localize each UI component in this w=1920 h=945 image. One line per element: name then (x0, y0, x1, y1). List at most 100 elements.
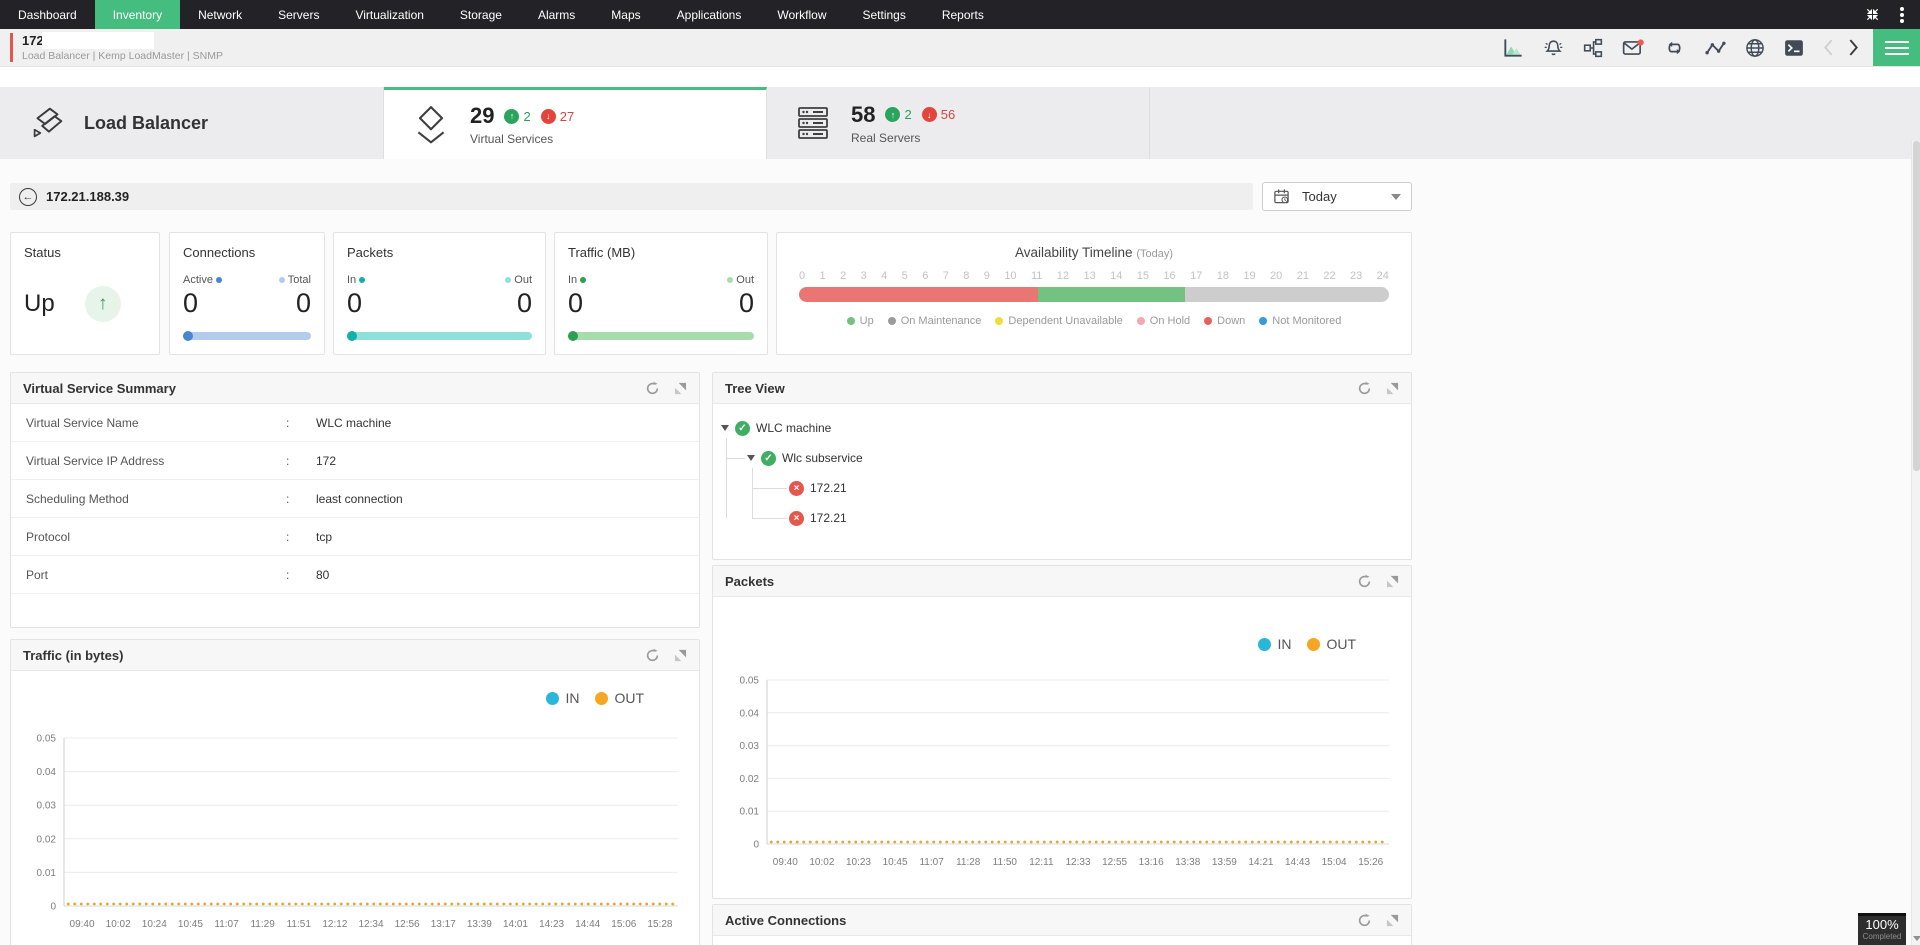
collapse-icon[interactable] (1865, 7, 1880, 22)
hour-tick: 7 (943, 270, 949, 282)
chevron-down-icon (1391, 194, 1401, 200)
nav-item-reports[interactable]: Reports (924, 0, 1002, 29)
expand-icon[interactable] (674, 649, 687, 662)
panel-header: Traffic (in bytes) (11, 640, 699, 671)
nav-item-maps[interactable]: Maps (593, 0, 658, 29)
tree-node[interactable]: ✓ WLC machine (721, 418, 831, 438)
sync-loop-icon[interactable] (1663, 40, 1686, 56)
mail-icon[interactable] (1622, 39, 1644, 57)
hour-tick: 18 (1217, 270, 1229, 282)
svg-text:0.03: 0.03 (740, 741, 760, 752)
panel-title: Tree View (725, 381, 785, 396)
tab-real-servers[interactable]: 58 ↑2 ↓56 Real Servers (767, 87, 1150, 159)
period-value: Today (1302, 189, 1337, 204)
hamburger-menu-button[interactable] (1873, 29, 1920, 66)
chevron-right-icon[interactable] (1848, 39, 1859, 56)
metric-dot (216, 277, 222, 283)
panel-title: Virtual Service Summary (23, 381, 176, 396)
hour-tick: 15 (1137, 270, 1149, 282)
legend-dot (888, 317, 896, 325)
chevron-left-icon[interactable] (1823, 39, 1834, 56)
tree-body: ✓ WLC machine ✓ Wlc subservice × 172.21 … (713, 404, 1411, 560)
virtual-services-count: 29 (470, 103, 494, 129)
availability-legend: UpOn MaintenanceDependent UnavailableOn … (777, 315, 1411, 327)
tree-caret-icon[interactable] (721, 425, 729, 431)
node-status-icon: ✓ (735, 421, 750, 436)
legend-dot (1258, 638, 1271, 651)
legend-item-out[interactable]: OUT (1307, 636, 1356, 652)
svg-text:10:02: 10:02 (106, 919, 131, 930)
nav-item-network[interactable]: Network (180, 0, 260, 29)
tree-node[interactable]: × 172.21 (789, 478, 847, 498)
refresh-icon[interactable] (1357, 913, 1372, 928)
vertical-scrollbar (1911, 141, 1920, 945)
active-connections-panel: Active Connections (712, 904, 1412, 945)
legend-item-out[interactable]: OUT (595, 690, 644, 706)
navbar-right (1865, 0, 1920, 29)
svg-text:0.05: 0.05 (37, 734, 57, 745)
real-servers-down: ↓56 (922, 107, 955, 122)
expand-icon[interactable] (1386, 914, 1399, 927)
metric-right-value: 0 (739, 288, 754, 319)
panel-header: Tree View (713, 373, 1411, 404)
svg-text:12:11: 12:11 (1029, 857, 1054, 868)
trend-line-icon[interactable] (1705, 40, 1726, 56)
legend-item: Down (1204, 315, 1245, 327)
refresh-icon[interactable] (1357, 381, 1372, 396)
performance-chart-icon[interactable] (1503, 37, 1524, 58)
tree-caret-icon[interactable] (747, 455, 755, 461)
nav-item-settings[interactable]: Settings (844, 0, 923, 29)
tree-node[interactable]: ✓ Wlc subservice (747, 448, 863, 468)
scrollbar-down-arrow[interactable] (1912, 936, 1920, 941)
svg-text:12:34: 12:34 (358, 919, 383, 930)
nav-item-inventory[interactable]: Inventory (95, 0, 180, 29)
legend-item-in[interactable]: IN (546, 690, 579, 706)
hour-tick: 9 (984, 270, 990, 282)
expand-icon[interactable] (674, 382, 687, 395)
svg-text:10:24: 10:24 (142, 919, 167, 930)
availability-bar (799, 287, 1389, 302)
nav-item-virtualization[interactable]: Virtualization (337, 0, 441, 29)
terminal-icon[interactable] (1784, 39, 1804, 57)
tree-node[interactable]: × 172.21 (789, 508, 847, 528)
scrollbar-thumb[interactable] (1913, 141, 1920, 471)
nav-item-workflow[interactable]: Workflow (759, 0, 844, 29)
back-button[interactable]: ← (19, 188, 37, 206)
refresh-icon[interactable] (1357, 574, 1372, 589)
panel-header: Virtual Service Summary (11, 373, 699, 404)
period-selector[interactable]: Today (1262, 182, 1412, 211)
svg-text:0.01: 0.01 (740, 807, 760, 818)
nav-item-servers[interactable]: Servers (260, 0, 337, 29)
legend-item-in[interactable]: IN (1258, 636, 1291, 652)
metric-right-value: 0 (296, 288, 311, 319)
summary-value: least connection (316, 492, 403, 506)
down-arrow-icon: ↓ (922, 107, 937, 122)
nav-item-applications[interactable]: Applications (659, 0, 760, 29)
header-toolbar (1503, 29, 1920, 66)
nav-item-storage[interactable]: Storage (442, 0, 520, 29)
refresh-icon[interactable] (645, 648, 660, 663)
kebab-menu-icon[interactable] (1900, 7, 1904, 23)
hour-tick: 17 (1190, 270, 1202, 282)
timeline-segment-up (1038, 287, 1186, 302)
hour-tick: 2 (840, 270, 846, 282)
expand-icon[interactable] (1386, 575, 1399, 588)
svg-text:14:43: 14:43 (1285, 857, 1310, 868)
alarm-bell-icon[interactable] (1543, 38, 1564, 58)
workflow-icon[interactable] (1583, 38, 1603, 58)
panel-header: Packets (713, 566, 1411, 597)
svg-text:11:51: 11:51 (287, 919, 312, 930)
globe-icon[interactable] (1745, 38, 1765, 58)
expand-icon[interactable] (1386, 382, 1399, 395)
nav-item-dashboard[interactable]: Dashboard (0, 0, 95, 29)
metric-dot (279, 277, 285, 283)
svg-text:0: 0 (50, 902, 56, 913)
refresh-icon[interactable] (645, 381, 660, 396)
legend-dot (546, 692, 559, 705)
virtual-services-icon (410, 104, 452, 146)
metric-left-label: Active (183, 274, 213, 286)
tab-virtual-services[interactable]: 29 ↑2 ↓27 Virtual Services (384, 87, 767, 159)
traffic-chart: 00.010.020.030.040.0509:4010:0210:2410:4… (18, 724, 694, 936)
nav-item-alarms[interactable]: Alarms (520, 0, 593, 29)
metric-right-value: 0 (517, 288, 532, 319)
